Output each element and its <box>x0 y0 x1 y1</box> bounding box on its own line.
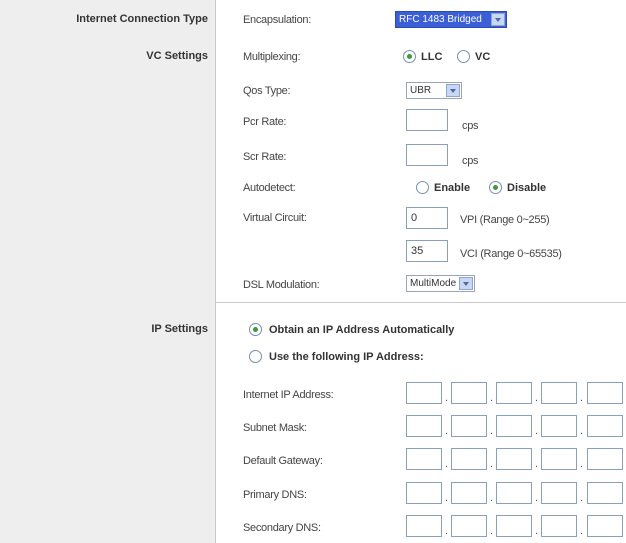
vci-input[interactable]: 35 <box>406 240 448 262</box>
obtain-ip-auto-radio[interactable] <box>249 323 262 336</box>
octet-separator: . <box>445 492 449 504</box>
vpi-input[interactable]: 0 <box>406 207 448 229</box>
octet-separator: . <box>535 492 539 504</box>
gateway-octet-input[interactable] <box>587 448 623 470</box>
primary-dns-label: Primary DNS: <box>243 489 307 501</box>
pcr-rate-unit: cps <box>462 120 479 132</box>
scr-rate-label: Scr Rate: <box>243 151 287 163</box>
octet-separator: . <box>490 458 494 470</box>
octet-separator: . <box>445 525 449 537</box>
pcr-rate-input[interactable] <box>406 109 448 131</box>
octet-separator: . <box>580 425 584 437</box>
dsl-modulation-label: DSL Modulation: <box>243 279 320 291</box>
subnet-octet-input[interactable] <box>541 415 577 437</box>
secondary-dns-octet-input[interactable] <box>496 515 532 537</box>
multiplexing-label: Multiplexing: <box>243 51 301 63</box>
gateway-octet-input[interactable] <box>451 448 487 470</box>
encapsulation-label: Encapsulation: <box>243 14 311 26</box>
qos-type-value: UBR <box>410 85 432 96</box>
octet-separator: . <box>490 425 494 437</box>
ip-octet-input[interactable] <box>587 382 623 404</box>
chevron-down-icon <box>446 84 460 97</box>
multiplexing-llc-radio[interactable] <box>403 50 416 63</box>
scr-rate-unit: cps <box>462 155 479 167</box>
octet-separator: . <box>445 458 449 470</box>
ip-octet-input[interactable] <box>406 382 442 404</box>
gateway-octet-input[interactable] <box>496 448 532 470</box>
ip-octet-input[interactable] <box>451 382 487 404</box>
scr-rate-input[interactable] <box>406 144 448 166</box>
use-following-ip-label: Use the following IP Address: <box>269 351 424 363</box>
primary-dns-octet-input[interactable] <box>496 482 532 504</box>
vpi-hint: VPI (Range 0~255) <box>460 214 550 226</box>
qos-type-label: Qos Type: <box>243 85 291 97</box>
octet-separator: . <box>445 392 449 404</box>
subnet-octet-input[interactable] <box>406 415 442 437</box>
qos-type-select[interactable]: UBR <box>406 82 462 99</box>
settings-form: Encapsulation: RFC 1483 Bridged Multiple… <box>216 0 626 543</box>
internet-ip-label: Internet IP Address: <box>243 389 334 401</box>
secondary-dns-label: Secondary DNS: <box>243 522 321 534</box>
obtain-ip-auto-label: Obtain an IP Address Automatically <box>269 324 455 336</box>
ip-octet-input[interactable] <box>496 382 532 404</box>
octet-separator: . <box>535 392 539 404</box>
chevron-down-icon <box>491 13 505 26</box>
left-label-column <box>0 0 215 543</box>
autodetect-enable-label: Enable <box>434 182 471 194</box>
octet-separator: . <box>535 425 539 437</box>
autodetect-disable-label: Disable <box>507 182 547 194</box>
encapsulation-value: RFC 1483 Bridged <box>399 14 482 25</box>
subnet-octet-input[interactable] <box>496 415 532 437</box>
autodetect-enable-radio[interactable] <box>416 181 429 194</box>
secondary-dns-octet-input[interactable] <box>451 515 487 537</box>
pcr-rate-label: Pcr Rate: <box>243 116 287 128</box>
dsl-modulation-select[interactable]: MultiMode <box>406 275 475 292</box>
octet-separator: . <box>580 525 584 537</box>
section-separator <box>216 302 626 303</box>
encapsulation-select[interactable]: RFC 1483 Bridged <box>395 11 507 28</box>
octet-separator: . <box>535 458 539 470</box>
octet-separator: . <box>490 392 494 404</box>
autodetect-disable-radio[interactable] <box>489 181 502 194</box>
primary-dns-octet-input[interactable] <box>541 482 577 504</box>
section-ip-settings: IP Settings <box>151 323 208 335</box>
subnet-mask-label: Subnet Mask: <box>243 422 307 434</box>
multiplexing-vc-label: VC <box>475 51 491 63</box>
section-internet-connection-type: Internet Connection Type <box>76 13 208 25</box>
primary-dns-octet-input[interactable] <box>587 482 623 504</box>
vci-hint: VCI (Range 0~65535) <box>460 248 562 260</box>
section-vc-settings: VC Settings <box>146 50 208 62</box>
secondary-dns-octet-input[interactable] <box>587 515 623 537</box>
gateway-octet-input[interactable] <box>541 448 577 470</box>
use-following-ip-radio[interactable] <box>249 350 262 363</box>
gateway-octet-input[interactable] <box>406 448 442 470</box>
subnet-octet-input[interactable] <box>587 415 623 437</box>
octet-separator: . <box>445 425 449 437</box>
dsl-modulation-value: MultiMode <box>410 278 457 289</box>
primary-dns-octet-input[interactable] <box>451 482 487 504</box>
subnet-octet-input[interactable] <box>451 415 487 437</box>
octet-separator: . <box>580 392 584 404</box>
default-gateway-label: Default Gateway: <box>243 455 323 467</box>
chevron-down-icon <box>459 277 473 290</box>
multiplexing-llc-label: LLC <box>421 51 443 63</box>
octet-separator: . <box>580 458 584 470</box>
autodetect-label: Autodetect: <box>243 182 296 194</box>
primary-dns-octet-input[interactable] <box>406 482 442 504</box>
octet-separator: . <box>490 525 494 537</box>
octet-separator: . <box>535 525 539 537</box>
octet-separator: . <box>580 492 584 504</box>
virtual-circuit-label: Virtual Circuit: <box>243 212 307 224</box>
multiplexing-vc-radio[interactable] <box>457 50 470 63</box>
octet-separator: . <box>490 492 494 504</box>
ip-octet-input[interactable] <box>541 382 577 404</box>
secondary-dns-octet-input[interactable] <box>541 515 577 537</box>
secondary-dns-octet-input[interactable] <box>406 515 442 537</box>
